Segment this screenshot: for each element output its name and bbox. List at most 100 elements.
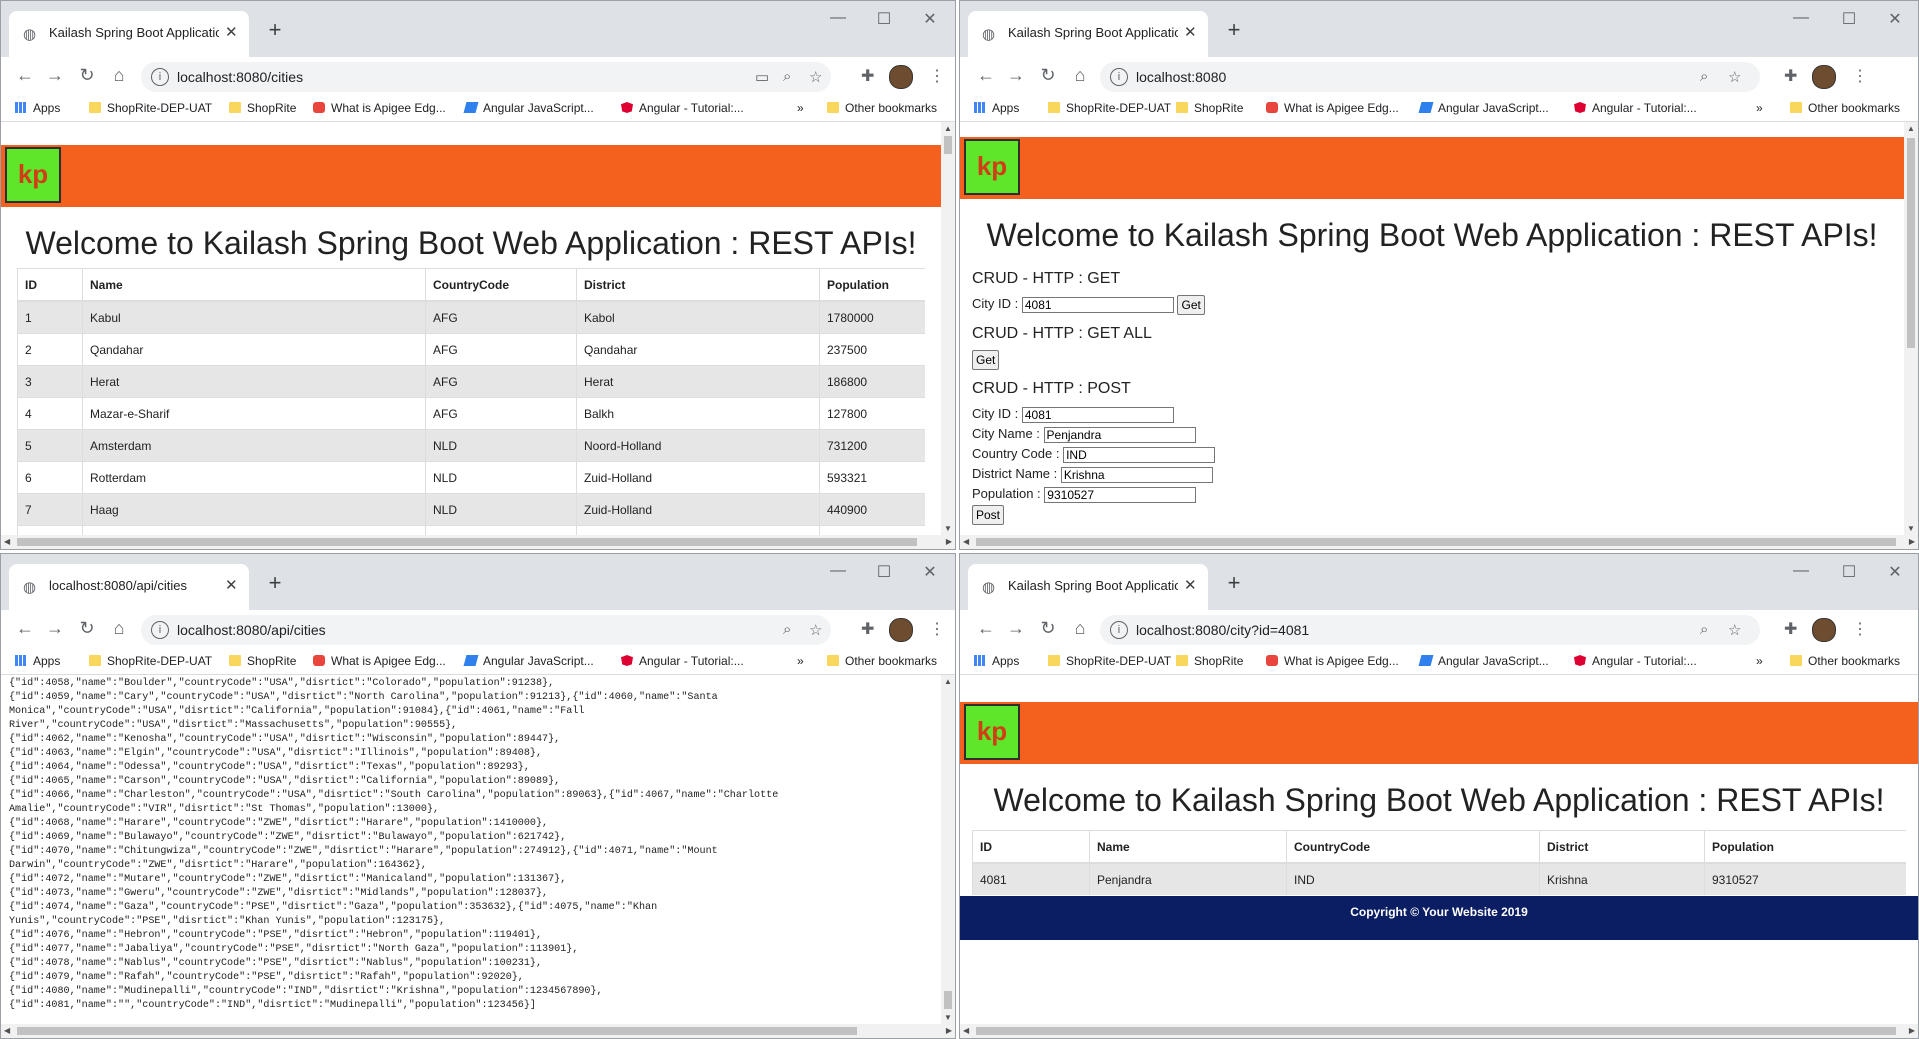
vertical-scrollbar[interactable]: ▲ ▼ bbox=[941, 122, 955, 535]
bookmark-apigee[interactable]: What is Apigee Edg... bbox=[313, 654, 446, 668]
new-tab-button[interactable]: + bbox=[1220, 17, 1248, 45]
close-tab-icon[interactable]: ✕ bbox=[225, 576, 238, 594]
district-name-input[interactable] bbox=[1060, 466, 1213, 483]
scroll-left-icon[interactable]: ◀ bbox=[963, 537, 969, 546]
post-button[interactable]: Post bbox=[972, 504, 1005, 525]
bookmark-angular-tutorial[interactable]: Angular - Tutorial:... bbox=[1574, 101, 1697, 115]
zoom-icon[interactable]: ⌕ bbox=[783, 68, 791, 85]
reload-icon[interactable]: ↻ bbox=[75, 618, 99, 639]
horizontal-scrollbar[interactable]: ◀ ▶ bbox=[960, 535, 1918, 549]
maximize-button[interactable]: ☐ bbox=[1834, 9, 1864, 29]
scroll-up-icon[interactable]: ▲ bbox=[944, 124, 952, 133]
maximize-button[interactable]: ☐ bbox=[869, 9, 899, 29]
scroll-left-icon[interactable]: ◀ bbox=[4, 537, 10, 546]
reload-icon[interactable]: ↻ bbox=[1036, 65, 1060, 86]
scroll-left-icon[interactable]: ◀ bbox=[963, 1026, 969, 1035]
bookmark-apigee[interactable]: What is Apigee Edg... bbox=[313, 101, 446, 115]
avatar[interactable] bbox=[889, 65, 913, 89]
bookmark-angular-js[interactable]: Angular JavaScript... bbox=[463, 101, 594, 115]
horizontal-scrollbar[interactable]: ◀ ▶ bbox=[1, 535, 955, 549]
new-tab-button[interactable]: + bbox=[1220, 570, 1248, 598]
bookmark-apigee[interactable]: What is Apigee Edg... bbox=[1266, 101, 1399, 115]
scroll-thumb[interactable] bbox=[17, 1027, 857, 1035]
star-icon[interactable]: ☆ bbox=[809, 68, 822, 86]
vertical-scrollbar[interactable]: ▲ ▼ bbox=[941, 675, 955, 1024]
bookmark-angular-tutorial[interactable]: Angular - Tutorial:... bbox=[1574, 654, 1697, 668]
scroll-up-icon[interactable]: ▲ bbox=[944, 677, 952, 686]
forward-arrow-icon[interactable]: → bbox=[43, 65, 67, 86]
bookmark-other[interactable]: Other bookmarks bbox=[827, 101, 937, 115]
bookmark-apps[interactable]: Apps bbox=[15, 101, 60, 115]
info-icon[interactable]: i bbox=[1110, 621, 1128, 639]
address-bar[interactable]: i localhost:8080 ⌕ ☆ bbox=[1100, 62, 1760, 92]
scroll-up-icon[interactable]: ▲ bbox=[1907, 124, 1915, 133]
bookmark-shoprite[interactable]: ShopRite bbox=[1176, 101, 1243, 115]
scroll-right-icon[interactable]: ▶ bbox=[1909, 537, 1915, 546]
home-icon[interactable]: ⌂ bbox=[107, 618, 131, 639]
scroll-thumb[interactable] bbox=[944, 991, 952, 1009]
maximize-button[interactable]: ☐ bbox=[1834, 562, 1864, 582]
star-icon[interactable]: ☆ bbox=[1728, 621, 1741, 639]
scroll-thumb[interactable] bbox=[17, 538, 917, 546]
minimize-button[interactable]: — bbox=[823, 562, 853, 580]
avatar[interactable] bbox=[1812, 65, 1836, 89]
browser-tab[interactable]: ◍ Kailash Spring Boot Application ✕ bbox=[968, 564, 1208, 610]
get-button[interactable]: Get bbox=[1177, 294, 1205, 315]
back-arrow-icon[interactable]: ← bbox=[974, 618, 998, 639]
zoom-icon[interactable]: ⌕ bbox=[1700, 68, 1708, 85]
bookmark-shoprite[interactable]: ShopRite bbox=[229, 654, 296, 668]
scroll-down-icon[interactable]: ▼ bbox=[944, 1013, 952, 1022]
scroll-right-icon[interactable]: ▶ bbox=[946, 537, 952, 546]
city-name-input[interactable] bbox=[1043, 426, 1196, 443]
back-arrow-icon[interactable]: ← bbox=[13, 618, 37, 639]
reload-icon[interactable]: ↻ bbox=[1036, 618, 1060, 639]
menu-icon[interactable]: ⋮ bbox=[1852, 66, 1868, 86]
extensions-icon[interactable]: ✚ bbox=[1784, 619, 1797, 639]
menu-icon[interactable]: ⋮ bbox=[929, 619, 945, 639]
more-bookmarks-icon[interactable]: » bbox=[797, 654, 804, 668]
bookmark-shoprite[interactable]: ShopRite bbox=[1176, 654, 1243, 668]
bookmark-apps[interactable]: Apps bbox=[974, 101, 1019, 115]
close-window-button[interactable]: ✕ bbox=[915, 9, 945, 29]
scroll-right-icon[interactable]: ▶ bbox=[1909, 1026, 1915, 1035]
scroll-down-icon[interactable]: ▼ bbox=[1907, 524, 1915, 533]
forward-arrow-icon[interactable]: → bbox=[43, 618, 67, 639]
star-icon[interactable]: ☆ bbox=[1728, 68, 1741, 86]
scroll-left-icon[interactable]: ◀ bbox=[4, 1026, 10, 1035]
scroll-down-icon[interactable]: ▼ bbox=[944, 524, 952, 533]
zoom-icon[interactable]: ⌕ bbox=[1700, 621, 1708, 638]
maximize-button[interactable]: ☐ bbox=[869, 562, 899, 582]
info-icon[interactable]: i bbox=[1110, 68, 1128, 86]
bookmark-angular-js[interactable]: Angular JavaScript... bbox=[1418, 101, 1549, 115]
extensions-icon[interactable]: ✚ bbox=[1784, 66, 1797, 86]
bookmark-shoprite[interactable]: ShopRite bbox=[229, 101, 296, 115]
close-window-button[interactable]: ✕ bbox=[1880, 9, 1910, 29]
browser-tab[interactable]: ◍ localhost:8080/api/cities ✕ bbox=[9, 564, 249, 610]
scroll-thumb[interactable] bbox=[944, 136, 952, 154]
minimize-button[interactable]: — bbox=[1786, 9, 1816, 27]
bookmark-shoprite-dep-uat[interactable]: ShopRite-DEP-UAT bbox=[89, 654, 212, 668]
city-id-input[interactable] bbox=[1021, 406, 1174, 423]
avatar[interactable] bbox=[1812, 618, 1836, 642]
extensions-icon[interactable]: ✚ bbox=[861, 66, 874, 86]
home-icon[interactable]: ⌂ bbox=[1068, 65, 1092, 86]
back-arrow-icon[interactable]: ← bbox=[974, 65, 998, 86]
close-window-button[interactable]: ✕ bbox=[1880, 562, 1910, 582]
menu-icon[interactable]: ⋮ bbox=[1852, 619, 1868, 639]
info-icon[interactable]: i bbox=[151, 621, 169, 639]
country-code-input[interactable] bbox=[1063, 446, 1216, 463]
avatar[interactable] bbox=[889, 618, 913, 642]
star-icon[interactable]: ☆ bbox=[809, 621, 822, 639]
info-icon[interactable]: i bbox=[151, 68, 169, 86]
home-icon[interactable]: ⌂ bbox=[107, 65, 131, 86]
forward-arrow-icon[interactable]: → bbox=[1004, 65, 1028, 86]
bookmark-other[interactable]: Other bookmarks bbox=[1790, 654, 1900, 668]
bookmark-angular-js[interactable]: Angular JavaScript... bbox=[1418, 654, 1549, 668]
new-tab-button[interactable]: + bbox=[261, 17, 289, 45]
address-bar[interactable]: i localhost:8080/api/cities ⌕ ☆ bbox=[141, 615, 831, 645]
scroll-right-icon[interactable]: ▶ bbox=[946, 1026, 952, 1035]
more-bookmarks-icon[interactable]: » bbox=[1756, 101, 1763, 115]
bookmark-shoprite-dep-uat[interactable]: ShopRite-DEP-UAT bbox=[1048, 101, 1171, 115]
bookmark-apps[interactable]: Apps bbox=[15, 654, 60, 668]
bookmark-apps[interactable]: Apps bbox=[974, 654, 1019, 668]
